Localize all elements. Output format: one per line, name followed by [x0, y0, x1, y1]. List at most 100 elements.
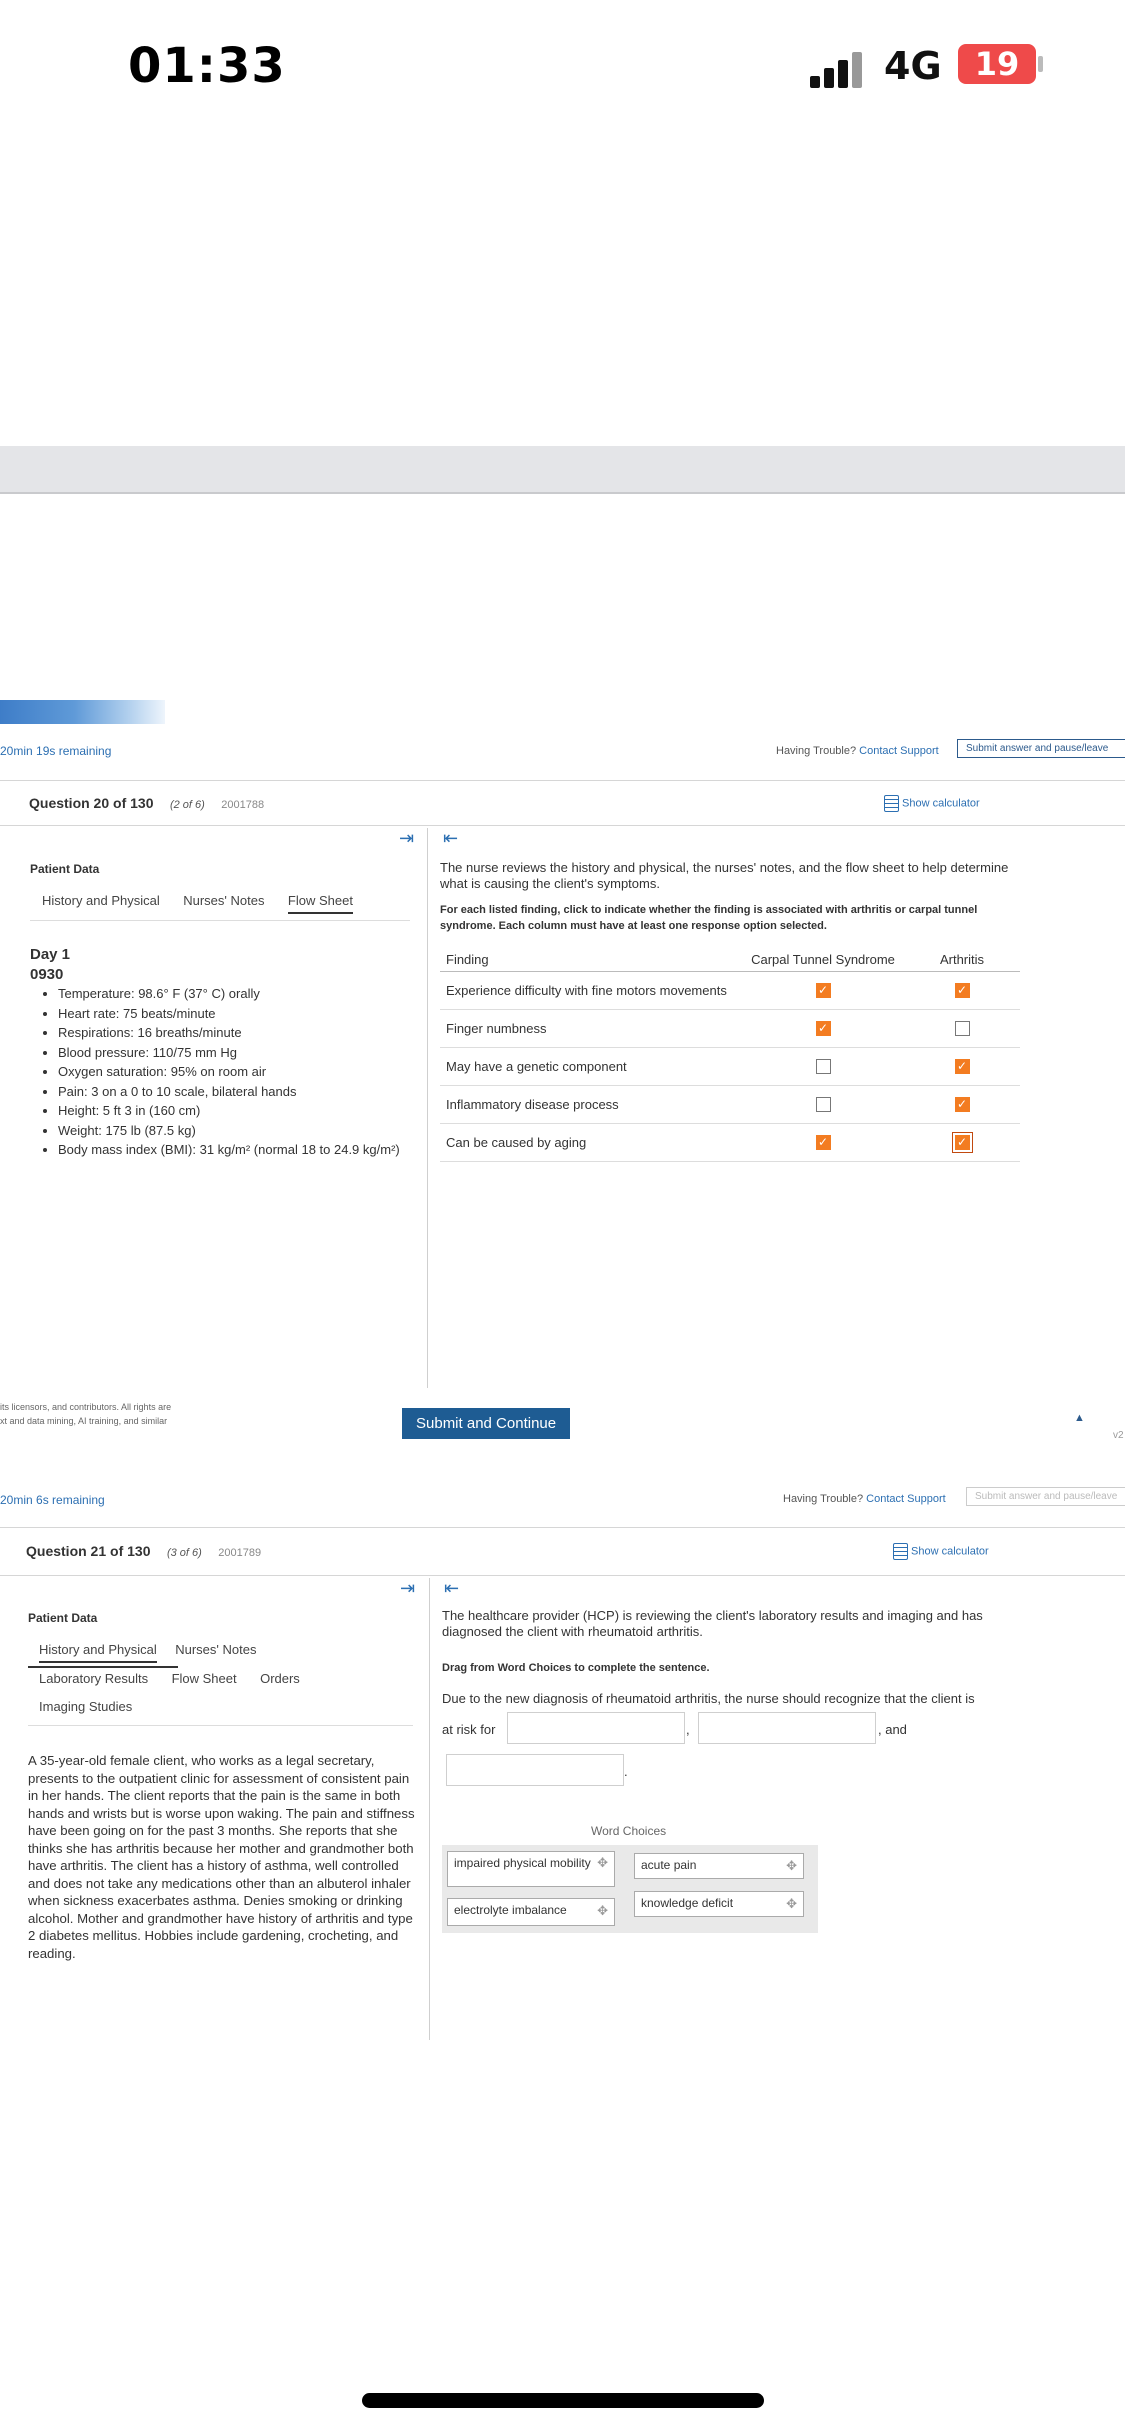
expand-right-icon[interactable]: ⇥: [399, 828, 414, 849]
copyright-line-1: its licensors, and contributors. All rig…: [0, 1402, 172, 1412]
divider: [30, 920, 410, 921]
carpal-tunnel-checkbox[interactable]: [815, 1097, 831, 1113]
show-calculator-label: Show calculator: [902, 797, 980, 810]
vital-temperature: Temperature: 98.6° F (37° C) orally: [58, 984, 428, 1004]
question-instruction: For each listed finding, click to indica…: [440, 904, 978, 932]
carpal-tunnel-checkbox[interactable]: ✓: [815, 1021, 831, 1037]
arthritis-checkbox[interactable]: [954, 1021, 970, 1037]
expand-left-icon[interactable]: ⇤: [444, 1578, 459, 1599]
calculator-icon: [884, 795, 899, 812]
vital-oxygen-saturation: Oxygen saturation: 95% on room air: [58, 1062, 428, 1082]
tab-flow-sheet[interactable]: Flow Sheet: [287, 893, 353, 914]
word-choice-impaired-physical-mobility[interactable]: ✥ impaired physical mobility: [447, 1851, 615, 1887]
arthritis-checkbox[interactable]: ✓: [954, 1097, 970, 1113]
tab-flow-sheet[interactable]: Flow Sheet: [172, 1671, 237, 1686]
matrix-table: Finding Carpal Tunnel Syndrome Arthritis…: [440, 948, 1020, 1162]
vital-weight: Weight: 175 lb (87.5 kg): [58, 1121, 428, 1141]
tab-nurses-notes[interactable]: Nurses' Notes: [175, 1642, 256, 1657]
carpal-tunnel-checkbox[interactable]: ✓: [815, 1135, 831, 1151]
submit-continue-button[interactable]: Submit and Continue: [402, 1408, 571, 1439]
matrix-row: Finger numbness ✓: [440, 1009, 1020, 1048]
word-choices-title: Word Choices: [591, 1824, 667, 1838]
show-calculator-label: Show calculator: [911, 1545, 989, 1558]
submit-pause-button[interactable]: Submit answer and pause/leave: [957, 739, 1125, 758]
having-trouble-label: Having Trouble?: [783, 1493, 864, 1505]
contact-support-link[interactable]: Contact Support: [859, 745, 939, 757]
having-trouble-text: Having Trouble? Contact Support: [783, 1493, 946, 1505]
submit-pause-button[interactable]: Submit answer and pause/leave: [966, 1487, 1125, 1506]
vital-pain: Pain: 3 on a 0 to 10 scale, bilateral ha…: [58, 1082, 428, 1102]
comma-separator: ,: [686, 1722, 690, 1737]
question-number: Question 20 of 130: [29, 795, 154, 811]
tab-nurses-notes[interactable]: Nurses' Notes: [183, 893, 264, 908]
expand-left-icon[interactable]: ⇤: [443, 828, 458, 849]
carpal-tunnel-checkbox[interactable]: [815, 1059, 831, 1075]
word-choice-label: acute pain: [641, 1858, 697, 1872]
vital-respirations: Respirations: 16 breaths/minute: [58, 1023, 428, 1043]
cell-cts: [742, 1085, 904, 1124]
patient-data-tabs-row-3: Imaging Studies: [39, 1698, 132, 1716]
question-id: 2001788: [221, 799, 265, 811]
question-id: 2001789: [218, 1547, 262, 1559]
question-header: Question 21 of 130 (3 of 6) 2001789: [26, 1543, 261, 1561]
cell-cts: ✓: [742, 1009, 904, 1048]
matrix-header-row: Finding Carpal Tunnel Syndrome Arthritis: [440, 948, 1020, 972]
copyright-notice: its licensors, and contributors. All rig…: [0, 1400, 171, 1428]
signal-strength-icon: [810, 48, 880, 88]
divider: [28, 1725, 413, 1726]
expand-right-icon[interactable]: ⇥: [400, 1578, 415, 1599]
finding-text: Inflammatory disease process: [440, 1085, 742, 1124]
carpal-tunnel-checkbox[interactable]: ✓: [815, 983, 831, 999]
finding-text: Experience difficulty with fine motors m…: [440, 971, 742, 1010]
vital-height: Height: 5 ft 3 in (160 cm): [58, 1101, 428, 1121]
move-icon: ✥: [597, 1903, 608, 1918]
contact-support-link[interactable]: Contact Support: [866, 1493, 946, 1505]
drop-target-2[interactable]: [698, 1712, 876, 1744]
at-risk-for-label: at risk for: [442, 1722, 496, 1737]
having-trouble-text: Having Trouble? Contact Support: [776, 745, 939, 757]
word-choice-knowledge-deficit[interactable]: ✥ knowledge deficit: [634, 1891, 804, 1917]
tab-history-physical[interactable]: History and Physical: [39, 1642, 157, 1663]
divider: [0, 825, 1125, 826]
arthritis-checkbox[interactable]: ✓: [954, 983, 970, 999]
show-calculator-button[interactable]: Show calculator: [884, 795, 980, 812]
show-calculator-button[interactable]: Show calculator: [893, 1543, 989, 1560]
back-to-top-icon[interactable]: ▲: [1074, 1412, 1085, 1424]
cell-arthritis: ✓: [904, 1085, 1020, 1124]
matrix-row: Can be caused by aging ✓ ✓: [440, 1123, 1020, 1162]
flow-sheet-time: 0930: [30, 966, 64, 983]
copyright-line-2: xt and data mining, AI training, and sim…: [0, 1416, 168, 1426]
version-label: v2: [1113, 1430, 1124, 1441]
arthritis-checkbox[interactable]: ✓: [951, 1132, 973, 1154]
home-indicator[interactable]: [362, 2393, 764, 2408]
drop-target-1[interactable]: [507, 1712, 685, 1744]
finding-text: Can be caused by aging: [440, 1123, 742, 1162]
panel-splitter[interactable]: [429, 1578, 430, 2040]
patient-data-heading: Patient Data: [30, 862, 100, 876]
calculator-icon: [893, 1543, 908, 1560]
question-prompt: The nurse reviews the history and physic…: [440, 860, 1009, 891]
question-header: Question 20 of 130 (2 of 6) 2001788: [29, 795, 264, 813]
word-choice-label: impaired physical mobility: [454, 1856, 591, 1870]
word-choice-electrolyte-imbalance[interactable]: ✥ electrolyte imbalance: [447, 1898, 615, 1926]
tab-imaging-studies[interactable]: Imaging Studies: [39, 1699, 132, 1714]
matrix-row: Inflammatory disease process ✓: [440, 1085, 1020, 1124]
question-number: Question 21 of 130: [26, 1543, 151, 1559]
vital-blood-pressure: Blood pressure: 110/75 mm Hg: [58, 1043, 428, 1063]
finding-text: May have a genetic component: [440, 1047, 742, 1086]
col-arthritis: Arthritis: [904, 948, 1020, 972]
col-carpal-tunnel: Carpal Tunnel Syndrome: [742, 948, 904, 972]
time-remaining: 20min 19s remaining: [0, 744, 112, 758]
exam-progress-bar: [0, 700, 165, 724]
word-choice-acute-pain[interactable]: ✥ acute pain: [634, 1853, 804, 1879]
drop-target-3[interactable]: [446, 1754, 624, 1786]
having-trouble-label: Having Trouble?: [776, 745, 857, 757]
patient-data-tabs-row-2: Laboratory Results Flow Sheet Orders: [39, 1670, 300, 1688]
tab-history-physical[interactable]: History and Physical: [42, 893, 160, 908]
and-separator: , and: [878, 1722, 907, 1737]
cell-arthritis: ✓: [904, 1123, 1020, 1162]
question-subindex: (3 of 6): [166, 1547, 202, 1559]
arthritis-checkbox[interactable]: ✓: [954, 1059, 970, 1075]
tab-orders[interactable]: Orders: [260, 1671, 300, 1686]
tab-laboratory-results[interactable]: Laboratory Results: [39, 1671, 148, 1686]
